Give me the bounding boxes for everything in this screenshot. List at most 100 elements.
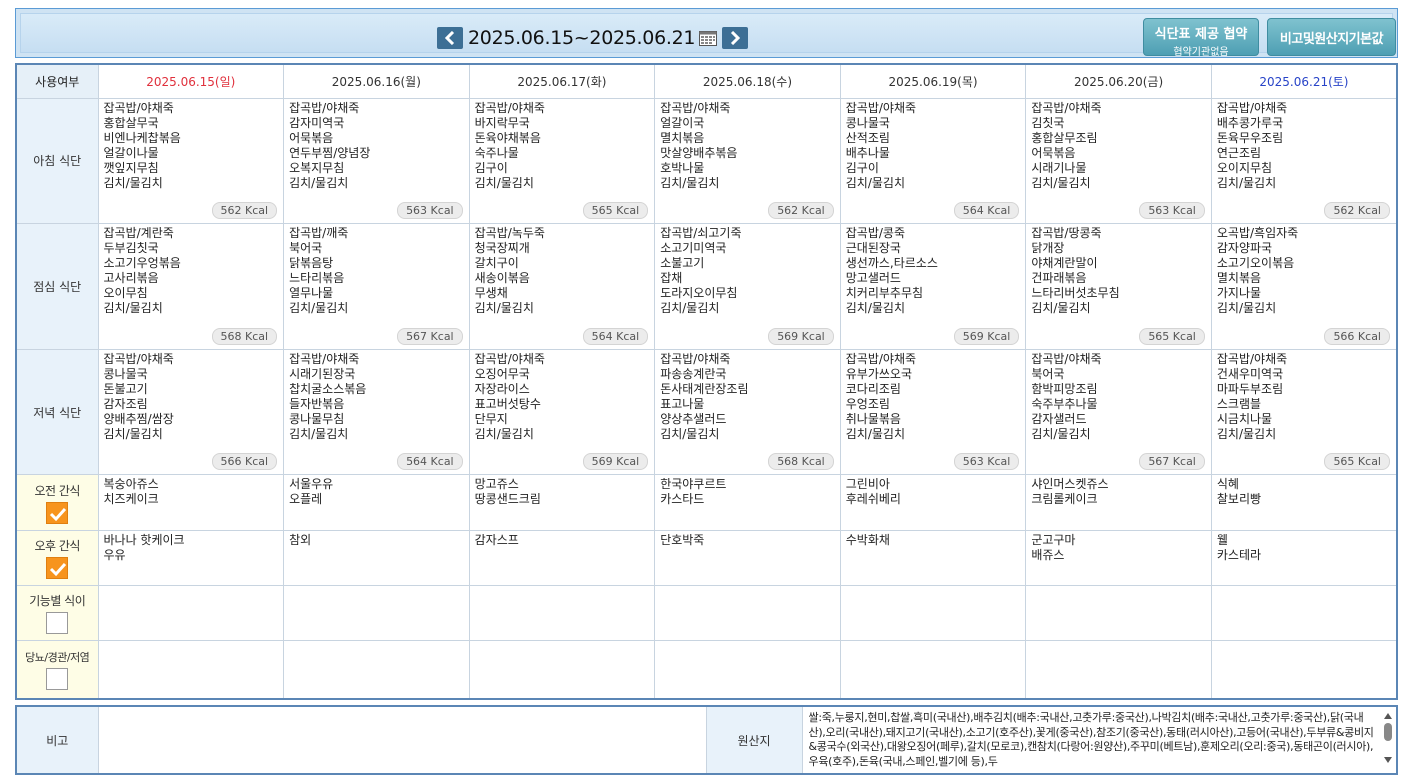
meal-cell[interactable]: 잡곡밥/야채죽 감자미역국 어묵볶음 연두부찜/양념장 오복지무침 김치/물김치 563 K… — [283, 97, 470, 225]
origin-field[interactable]: 쌀:죽,누룽지,현미,찹쌀,흑미(국내산),배추김치(배추:국내산,고춧가루:중… — [801, 705, 1398, 775]
checked-checkbox[interactable] — [46, 556, 69, 579]
meal-cell[interactable]: 잡곡밥/깨죽 북어국 닭볶음탕 느타리볶음 열무나물 김치/물김치 567 Kcal — [283, 223, 470, 350]
menu-item: 열무나물 — [289, 286, 334, 301]
snack-item: 카스테라 — [1216, 547, 1262, 562]
menu-item: 김치/물김치 — [1216, 301, 1277, 316]
meal-cell[interactable]: 잡곡밥/콩죽 근대된장국 생선까스,타르소스 망고샐러드 치커리부추무침 김치/물김치 56… — [839, 223, 1027, 350]
snack-cell[interactable]: 샤인머스켓쥬스 크림롤케이크 — [1025, 474, 1212, 531]
meal-cell[interactable]: 잡곡밥/야채죽 바지락무국 돈육야채볶음 숙주나물 김구이 김치/물김치 565 Kcal — [468, 97, 656, 225]
kcal-badge: 564 Kcal — [397, 453, 463, 471]
meal-plan-agreement-button[interactable]: 식단표 제공 협약 협약기관없음 — [1143, 18, 1259, 58]
kcal-badge: 564 Kcal — [582, 327, 649, 345]
menu-item: 얼갈이국 — [660, 115, 705, 130]
meal-cell[interactable]: 잡곡밥/야채죽 얼갈이국 멸치볶음 맛살양배추볶음 호박나물 김치/물김치 562 Kcal — [654, 97, 841, 225]
snack-cell[interactable]: 서울우유 오플레 — [283, 474, 470, 531]
meal-row-label: 아침 식단 — [15, 97, 99, 225]
snack-cell[interactable]: 망고쥬스 땅콩샌드크림 — [468, 474, 656, 531]
snack-row-label: 기능별 식이 — [15, 584, 99, 642]
menu-item: 소불고기 — [660, 256, 705, 271]
menu-item: 잡곡밥/야채죽 — [103, 351, 174, 366]
snack-cell[interactable]: 참외 — [283, 529, 470, 586]
menu-item: 김치/물김치 — [103, 175, 163, 190]
meal-cell[interactable]: 잡곡밥/야채죽 오징어무국 자장라이스 표고버섯탕수 단무지 김치/물김치 569 Kcal — [468, 348, 656, 476]
snack-cell[interactable] — [1210, 584, 1398, 642]
kcal-badge: 565 Kcal — [1324, 453, 1390, 471]
meal-cell[interactable]: 잡곡밥/야채죽 건새우미역국 마파두부조림 스크램블 시금치나물 김치/물김치 565 Kc… — [1210, 348, 1398, 476]
menu-item: 잡곡밥/야채죽 — [1216, 100, 1288, 115]
scroll-up-icon[interactable] — [1382, 711, 1394, 721]
origin-scrollbar[interactable] — [1382, 711, 1394, 771]
menu-item: 김치/물김치 — [289, 175, 349, 190]
menu-item: 연두부찜/양념장 — [289, 145, 371, 160]
unchecked-checkbox[interactable] — [46, 668, 69, 691]
meal-cell[interactable]: 잡곡밥/야채죽 콩나물국 돈불고기 감자조림 양배추찜/쌈장 김치/물김치 566 Kcal — [97, 348, 285, 476]
snack-cell[interactable] — [283, 584, 470, 642]
snack-cell[interactable]: 복숭아쥬스 치즈케이크 — [97, 474, 285, 531]
meal-cell[interactable]: 잡곡밥/야채죽 홍합살무국 비엔나케찹볶음 얼갈이나물 깻잎지무침 김치/물김치 562 K… — [97, 97, 285, 225]
menu-item: 돈육무우조림 — [1216, 130, 1284, 145]
meal-row-label: 점심 식단 — [15, 223, 99, 350]
snack-cell[interactable]: 단호박죽 — [654, 529, 841, 586]
scroll-down-icon[interactable] — [1382, 755, 1394, 765]
meal-cell[interactable]: 잡곡밥/야채죽 북어국 함박피망조림 숙주부추나물 감자샐러드 김치/물김치 567 Kca… — [1025, 348, 1212, 476]
meal-cell[interactable]: 잡곡밥/녹두죽 청국장찌개 갈치구이 새송이볶음 무생채 김치/물김치 564 Kcal — [468, 223, 656, 350]
snack-cell[interactable]: 웰 카스테라 — [1210, 529, 1398, 586]
scroll-thumb[interactable] — [1384, 723, 1392, 741]
prev-week-button[interactable] — [437, 27, 463, 49]
menu-item: 멸치볶음 — [1216, 271, 1262, 286]
snack-cell[interactable] — [839, 640, 1027, 700]
menu-item: 잡곡밥/땅콩죽 — [1031, 226, 1102, 241]
snack-cell[interactable] — [654, 640, 841, 700]
menu-item: 김치/물김치 — [474, 175, 534, 190]
snack-cell[interactable] — [468, 640, 656, 700]
menu-item: 단무지 — [474, 411, 508, 426]
snack-cell[interactable] — [1210, 640, 1398, 700]
meal-cell[interactable]: 잡곡밥/쇠고기죽 소고기미역국 소불고기 잡채 도라지오이무침 김치/물김치 569 Kca… — [654, 223, 841, 350]
snack-cell[interactable] — [468, 584, 656, 642]
menu-item: 김치/물김치 — [474, 426, 534, 441]
calendar-icon[interactable] — [699, 30, 718, 46]
snack-item: 카스타드 — [660, 492, 705, 507]
note-origin-default-button[interactable]: 비고및원산지기본값 — [1267, 18, 1396, 56]
meal-cell[interactable]: 잡곡밥/야채죽 콩나물국 산적조림 배추나물 김구이 김치/물김치 564 Kcal — [839, 97, 1027, 225]
snack-cell[interactable] — [654, 584, 841, 642]
menu-item: 김치/물김치 — [660, 175, 720, 190]
next-week-button[interactable] — [722, 27, 749, 49]
snack-cell[interactable] — [97, 584, 285, 642]
meal-cell[interactable]: 잡곡밥/야채죽 배추콩가루국 돈육무우조림 연근조림 오이지무침 김치/물김치 562 Kc… — [1210, 97, 1398, 225]
snack-cell[interactable]: 수박화채 — [839, 529, 1027, 586]
snack-cell[interactable] — [283, 640, 470, 700]
note-field[interactable] — [97, 705, 707, 775]
snack-label-stack: 당뇨/경관/저염 — [17, 649, 98, 691]
snack-item: 그린비아 — [845, 477, 890, 492]
meal-cell[interactable]: 잡곡밥/야채죽 파송송계란국 돈사태계란장조림 표고나물 양상추샐러드 김치/물김치 568… — [654, 348, 841, 476]
unchecked-checkbox[interactable] — [46, 612, 69, 635]
menu-item: 느타리볶음 — [289, 271, 345, 286]
snack-row-label: 오전 간식 — [15, 474, 99, 531]
snack-cell[interactable] — [839, 584, 1027, 642]
menu-item: 오이무침 — [103, 286, 148, 301]
menu-item: 김치/물김치 — [660, 301, 720, 316]
meal-cell[interactable]: 잡곡밥/계란죽 두부김칫국 소고기우엉볶음 고사리볶음 오이무침 김치/물김치 568 Kc… — [97, 223, 285, 350]
meal-cell[interactable]: 잡곡밥/야채죽 김칫국 홍합살무조림 어묵볶음 시래기나물 김치/물김치 563 Kcal — [1025, 97, 1212, 225]
meal-cell[interactable]: 오곡밥/흑임자죽 감자양파국 소고기오이볶음 멸치볶음 가지나물 김치/물김치 566 Kc… — [1210, 223, 1398, 350]
snack-cell[interactable]: 한국야쿠르트 카스타드 — [654, 474, 841, 531]
snack-cell[interactable]: 그린비아 후레쉬베리 — [839, 474, 1027, 531]
snack-cell[interactable]: 군고구마 배쥬스 — [1025, 529, 1212, 586]
snack-cell[interactable] — [1025, 640, 1212, 700]
snack-cell[interactable] — [1025, 584, 1212, 642]
snack-cell[interactable]: 감자스프 — [468, 529, 656, 586]
snack-item: 후레쉬베리 — [845, 492, 901, 507]
menu-item: 가지나물 — [1216, 286, 1262, 301]
snack-cell[interactable] — [97, 640, 285, 700]
meal-cell[interactable]: 잡곡밥/야채죽 시래기된장국 찹치굴소스볶음 들자반볶음 콩나물무침 김치/물김치 564 … — [283, 348, 470, 476]
menu-item: 표고나물 — [660, 396, 705, 411]
meal-cell[interactable]: 잡곡밥/땅콩죽 닭개장 야채계란말이 건파래볶음 느타리버섯초무침 김치/물김치 565 K… — [1025, 223, 1212, 350]
meal-cell[interactable]: 잡곡밥/야채죽 유부가쓰오국 코다리조림 우엉조림 취나물볶음 김치/물김치 563 Kca… — [839, 348, 1027, 476]
menu-item: 잡채 — [660, 271, 683, 286]
snack-cell[interactable]: 바나나 핫케이크 우유 — [97, 529, 285, 586]
checked-checkbox[interactable] — [46, 501, 69, 524]
snack-item: 식혜 — [1216, 477, 1239, 492]
snack-cell[interactable]: 식혜 찰보리빵 — [1210, 474, 1398, 531]
kcal-badge: 569 Kcal — [582, 453, 649, 471]
